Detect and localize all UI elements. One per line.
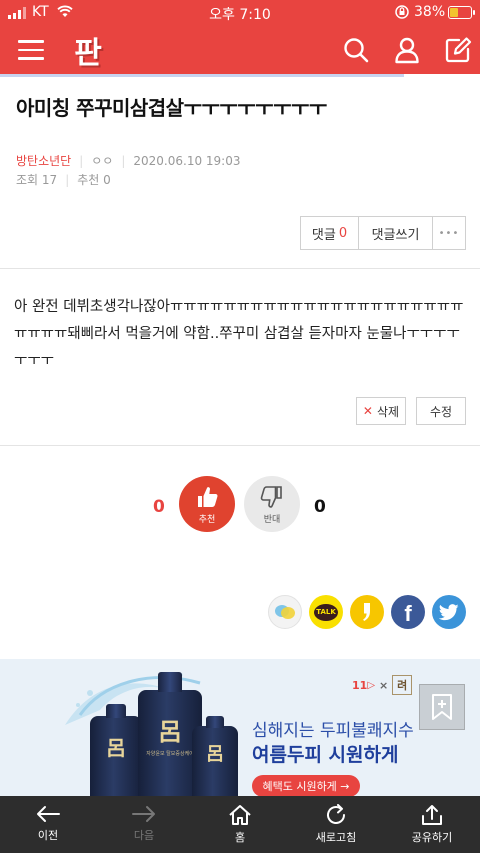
downvote-button[interactable]: 반대: [244, 476, 300, 532]
edit-button[interactable]: 수정: [416, 397, 466, 425]
share-line-button[interactable]: [268, 595, 302, 629]
post-body: 아 완전 데뷔초생각나잖아ㅠㅠㅠㅠㅠㅠㅠㅠㅠㅠㅠㅠㅠㅠㅠㅠㅠㅠㅠㅠㅠㅠㅠㅠㅠㅠ돼…: [14, 299, 464, 369]
pann-logo[interactable]: 판: [66, 30, 110, 71]
ad-brand-logos: 11 ▷ × 려: [352, 675, 413, 695]
write-icon[interactable]: [444, 36, 472, 64]
search-icon[interactable]: [342, 36, 370, 64]
upvote-button[interactable]: 추천: [179, 476, 235, 532]
twitter-icon: [439, 603, 459, 620]
post-meta: 방탄소년단 | ㅇㅇ | 2020.06.10 19:03: [16, 152, 241, 169]
shampoo-bottle-graphic: 呂: [90, 704, 142, 796]
upvote-count: 0: [153, 497, 165, 517]
ad-subheadline: 여름두피 시원하게: [252, 744, 399, 766]
forward-button[interactable]: 다음: [96, 796, 192, 853]
more-options-button[interactable]: •••: [433, 217, 465, 249]
status-bar: KT 오후 7:10 38%: [0, 0, 480, 26]
app-header: 판: [0, 26, 480, 74]
ad-cta-button[interactable]: 혜택도 시원하게 →: [252, 775, 360, 797]
arrow-left-icon: [37, 806, 60, 822]
ad-headline: 심해지는 두피불쾌지수: [252, 721, 414, 741]
post-title: 아미칭 쭈꾸미삼겹살ㅜㅜㅜㅜㅜㅜㅜㅜ: [16, 96, 327, 120]
share-icon: [422, 805, 442, 825]
battery-icon: [448, 6, 475, 19]
menu-icon[interactable]: [18, 40, 44, 60]
divider: [0, 268, 480, 269]
share-kakaostory-button[interactable]: [350, 595, 384, 629]
delete-button[interactable]: ✕ 삭제: [356, 397, 406, 425]
views-count: 17: [41, 172, 58, 187]
user-icon[interactable]: [393, 36, 421, 64]
back-button[interactable]: 이전: [0, 796, 96, 853]
thumbs-down-icon: [260, 485, 282, 508]
battery-percent: 38%: [414, 4, 446, 20]
refresh-button[interactable]: 새로고침: [288, 796, 384, 853]
comments-button[interactable]: 댓글 0: [301, 217, 359, 249]
speech-bubbles-icon: [275, 605, 295, 619]
downvote-label: 반대: [263, 514, 281, 525]
share-facebook-button[interactable]: f: [391, 595, 425, 629]
home-icon: [229, 805, 251, 825]
downvote-count: 0: [314, 497, 326, 517]
arrow-right-icon: [132, 806, 155, 822]
browser-toolbar: 이전 다음 홈 새로고침 공유하기: [0, 796, 480, 853]
thumbs-up-icon: [198, 486, 218, 507]
share-kakaotalk-button[interactable]: TALK: [309, 595, 343, 629]
kakaotalk-icon: TALK: [314, 603, 338, 621]
kakaostory-icon: [363, 603, 370, 621]
post-datetime: 2020.06.10 19:03: [133, 153, 241, 168]
home-button[interactable]: 홈: [192, 796, 288, 853]
rotation-lock-icon: [395, 5, 409, 19]
share-twitter-button[interactable]: [432, 595, 466, 629]
comment-controls: 댓글 0 댓글쓰기 •••: [300, 216, 466, 250]
author-name[interactable]: 방탄소년단: [16, 152, 71, 169]
share-button[interactable]: 공유하기: [384, 796, 480, 853]
bookmark-add-icon: [432, 694, 452, 720]
facebook-icon: f: [404, 601, 412, 626]
write-comment-button[interactable]: 댓글쓰기: [359, 217, 433, 249]
views-label: 조회: [16, 173, 39, 187]
recommend-count: 0: [103, 172, 111, 187]
post-stats: 조회 17 | 추천 0: [16, 172, 111, 188]
comment-count: 0: [338, 225, 348, 241]
shampoo-bottle-graphic: 呂: [192, 716, 238, 796]
screen: KT 오후 7:10 38% 판 아미칭 쭈꾸미삼겹살ㅜㅜㅜㅜㅜㅜㅜㅜ 방탄소년…: [0, 0, 480, 853]
author-badge: ㅇㅇ: [91, 154, 114, 168]
divider: [0, 445, 480, 446]
recommend-label: 추천: [77, 173, 100, 187]
bookmark-button[interactable]: [419, 684, 465, 730]
battery-level: [450, 8, 459, 17]
refresh-icon: [327, 804, 345, 824]
reading-progress-bar: [0, 74, 404, 77]
upvote-label: 추천: [198, 514, 216, 525]
